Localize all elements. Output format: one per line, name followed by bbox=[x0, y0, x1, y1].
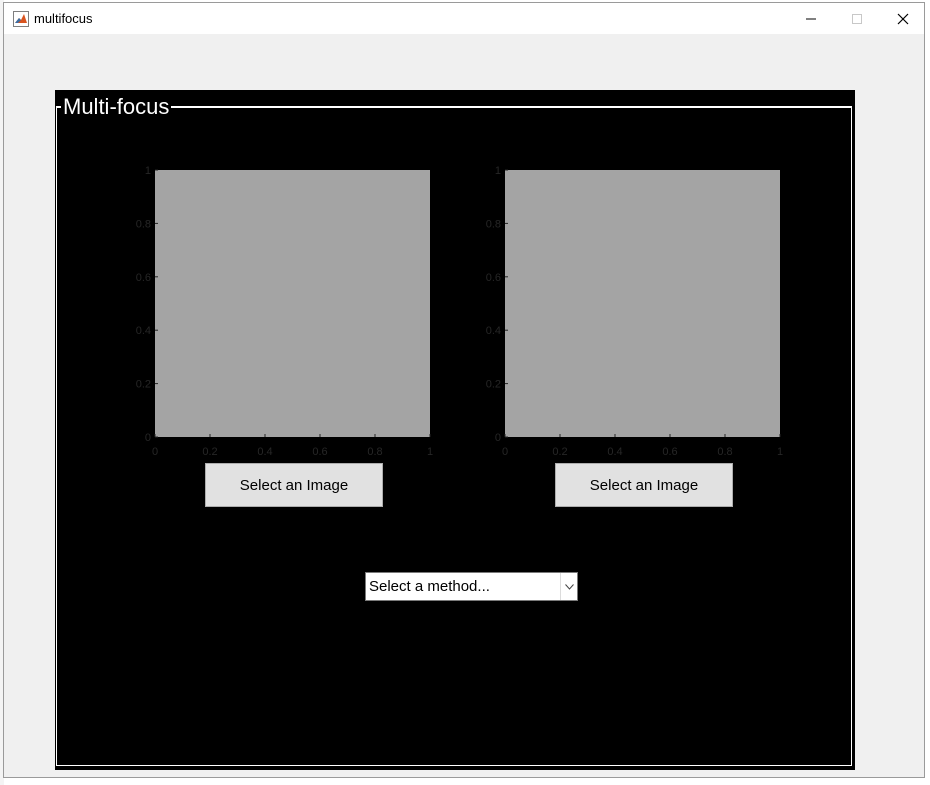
maximize-icon bbox=[852, 13, 862, 24]
y-tick-label: 0.4 bbox=[486, 325, 501, 337]
x-tick-label: 0.2 bbox=[552, 446, 567, 458]
method-select-value: Select a method... bbox=[369, 578, 490, 595]
dropdown-arrow[interactable] bbox=[560, 573, 577, 600]
window-title: multifocus bbox=[34, 11, 93, 26]
x-tick-label: 0 bbox=[502, 446, 508, 458]
matlab-icon bbox=[13, 11, 29, 27]
minimize-button[interactable] bbox=[788, 3, 834, 34]
image-axes-right[interactable]: 0 0.2 0.4 0.6 0.8 1 0 0.2 0.4 0.6 0.8 1 bbox=[475, 160, 785, 460]
y-tick-label: 0 bbox=[145, 432, 151, 444]
y-tick-label: 1 bbox=[495, 165, 501, 177]
x-tick-label: 0.4 bbox=[607, 446, 622, 458]
image-axes-left[interactable]: 0 0.2 0.4 0.6 0.8 1 0 0.2 0.4 0.6 0.8 1 bbox=[125, 160, 435, 460]
x-tick-label: 1 bbox=[427, 446, 433, 458]
x-tick-label: 0.2 bbox=[202, 446, 217, 458]
close-button[interactable] bbox=[880, 3, 926, 34]
y-tick-label: 0.8 bbox=[486, 218, 501, 230]
axes-plot-area bbox=[505, 170, 780, 437]
select-image-button-right[interactable]: Select an Image bbox=[555, 463, 733, 507]
x-tick-label: 0.8 bbox=[717, 446, 732, 458]
x-tick-label: 0.6 bbox=[662, 446, 677, 458]
minimize-icon bbox=[806, 18, 816, 19]
title-bar[interactable]: multifocus bbox=[4, 3, 924, 34]
axes-plot-area bbox=[155, 170, 430, 437]
multi-focus-panel: Multi-focus 0 0.2 0.4 0.6 0.8 1 0 0.2 0.4 0.6 0.8 1… bbox=[55, 90, 855, 770]
y-tick-label: 0.6 bbox=[486, 272, 501, 284]
select-image-button-left[interactable]: Select an Image bbox=[205, 463, 383, 507]
x-tick-label: 0.6 bbox=[312, 446, 327, 458]
x-tick-label: 0.4 bbox=[257, 446, 272, 458]
y-tick-label: 0.2 bbox=[136, 379, 151, 391]
chevron-down-icon bbox=[564, 583, 574, 590]
y-tick-label: 0.8 bbox=[136, 218, 151, 230]
x-tick-label: 1 bbox=[777, 446, 783, 458]
app-window: multifocus Multi-focus 0 0.2 0.4 0.6 0.8 1 0 0.… bbox=[3, 2, 925, 778]
x-tick-label: 0.8 bbox=[367, 446, 382, 458]
y-tick-label: 0.6 bbox=[136, 272, 151, 284]
x-tick-label: 0 bbox=[152, 446, 158, 458]
method-select[interactable]: Select a method... bbox=[365, 572, 578, 601]
figure-canvas: Multi-focus 0 0.2 0.4 0.6 0.8 1 0 0.2 0.4 0.6 0.8 1… bbox=[5, 34, 923, 776]
y-tick-label: 0.2 bbox=[486, 379, 501, 391]
panel-title: Multi-focus bbox=[61, 94, 172, 120]
maximize-button[interactable] bbox=[834, 3, 880, 34]
y-tick-label: 1 bbox=[145, 165, 151, 177]
close-icon bbox=[897, 13, 909, 24]
y-tick-label: 0 bbox=[495, 432, 501, 444]
y-tick-label: 0.4 bbox=[136, 325, 151, 337]
